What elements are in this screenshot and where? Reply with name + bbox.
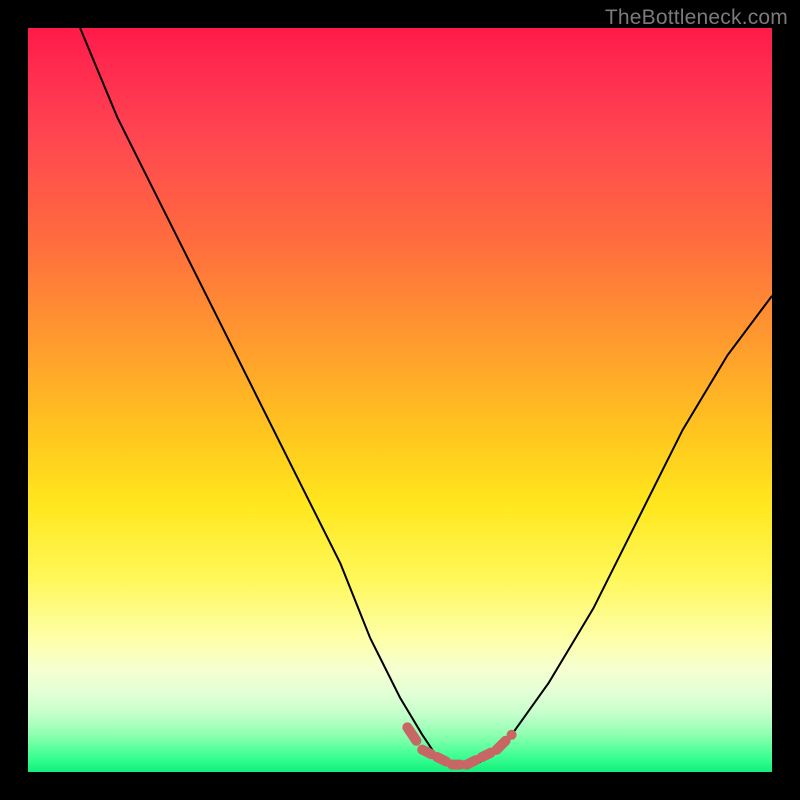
bottleneck-curve [80,28,772,765]
highlight-dot [462,760,472,770]
highlight-dot [417,745,427,755]
highlight-dot [477,752,487,762]
highlight-dot [432,752,442,762]
watermark-text: TheBottleneck.com [605,6,788,30]
highlight-dot [492,745,502,755]
highlight-dot [447,760,457,770]
highlight-dot [402,722,412,732]
chart-frame: TheBottleneck.com [0,0,800,800]
highlight-dot [507,730,517,740]
plot-area [28,28,772,772]
curve-layer [28,28,772,772]
